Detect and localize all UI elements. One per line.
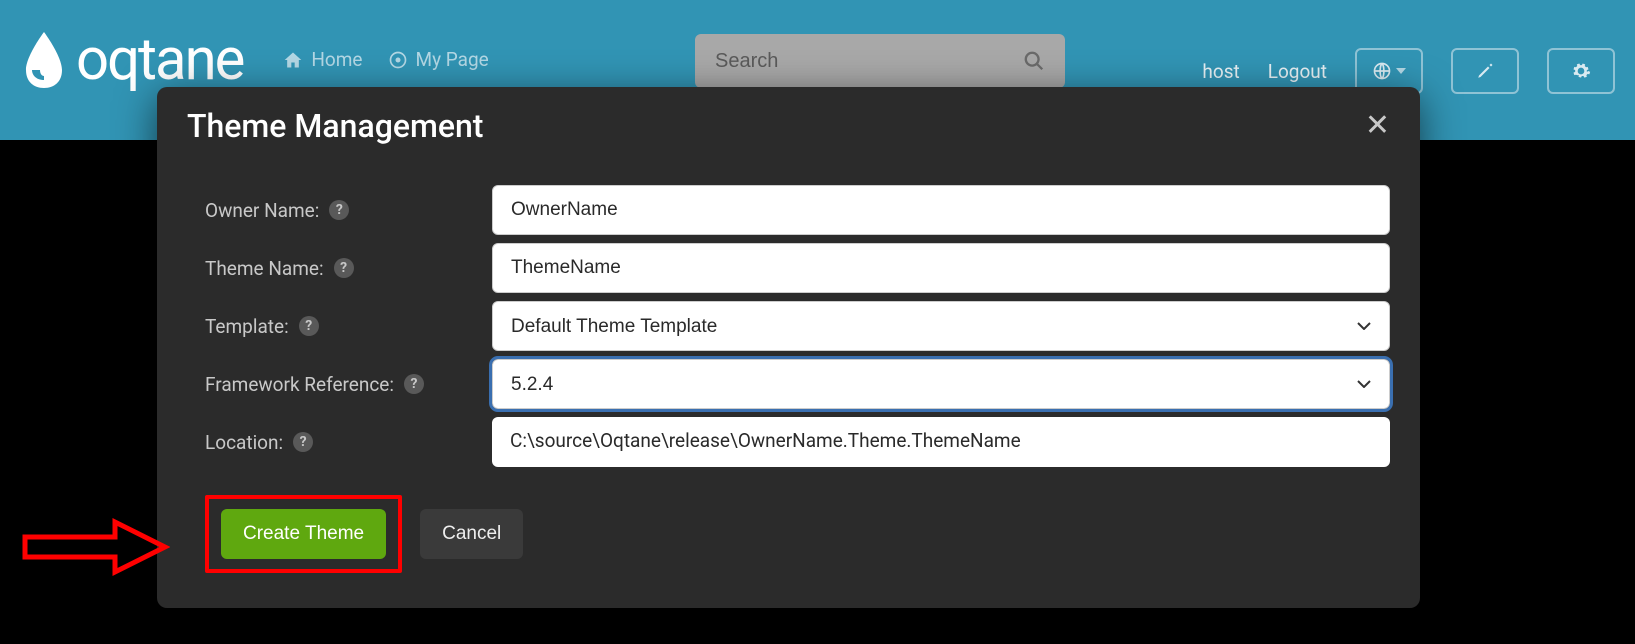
home-icon <box>283 50 303 70</box>
label-template-text: Template: <box>205 315 289 338</box>
logout-link[interactable]: Logout <box>1268 60 1327 83</box>
search-container <box>695 34 1065 88</box>
label-theme-name: Theme Name: ? <box>187 257 492 280</box>
edit-button[interactable] <box>1451 48 1519 94</box>
drop-icon <box>20 30 68 90</box>
nav-mypage-label: My Page <box>416 48 489 71</box>
row-owner-name: Owner Name: ? <box>187 185 1390 235</box>
label-framework-text: Framework Reference: <box>205 373 394 396</box>
search-input[interactable] <box>715 50 1023 73</box>
primary-nav: Home My Page <box>283 48 488 71</box>
theme-management-modal: Theme Management ✕ Owner Name: ? Theme N… <box>157 87 1420 608</box>
theme-name-input[interactable] <box>492 243 1390 293</box>
nav-mypage[interactable]: My Page <box>388 48 489 71</box>
row-framework: Framework Reference: ? 5.2.4 <box>187 359 1390 409</box>
template-select[interactable]: Default Theme Template <box>492 301 1390 351</box>
label-owner-name: Owner Name: ? <box>187 199 492 222</box>
globe-icon <box>1372 61 1392 81</box>
pencil-icon <box>1476 62 1494 80</box>
help-icon[interactable]: ? <box>299 316 319 336</box>
help-icon[interactable]: ? <box>329 200 349 220</box>
label-framework: Framework Reference: ? <box>187 373 492 396</box>
brand-logo[interactable]: oqtane <box>20 30 243 90</box>
user-link[interactable]: host <box>1202 60 1239 83</box>
row-template: Template: ? Default Theme Template <box>187 301 1390 351</box>
modal-header: Theme Management ✕ <box>187 107 1390 145</box>
label-owner-name-text: Owner Name: <box>205 199 319 222</box>
cancel-button[interactable]: Cancel <box>420 509 523 559</box>
row-location: Location: ? C:\source\Oqtane\release\Own… <box>187 417 1390 467</box>
annotation-highlight: Create Theme <box>205 495 402 573</box>
nav-home[interactable]: Home <box>283 48 362 71</box>
help-icon[interactable]: ? <box>404 374 424 394</box>
annotation-arrow <box>20 512 170 582</box>
label-location-text: Location: <box>205 431 283 454</box>
label-location: Location: ? <box>187 431 492 454</box>
label-template: Template: ? <box>187 315 492 338</box>
modal-actions: Create Theme Cancel <box>205 495 1390 573</box>
nav-home-label: Home <box>311 48 362 71</box>
settings-button[interactable] <box>1547 48 1615 94</box>
search-icon[interactable] <box>1023 50 1045 72</box>
target-icon <box>388 50 408 70</box>
owner-name-input[interactable] <box>492 185 1390 235</box>
row-theme-name: Theme Name: ? <box>187 243 1390 293</box>
framework-select[interactable]: 5.2.4 <box>492 359 1390 409</box>
create-theme-button[interactable]: Create Theme <box>221 509 386 559</box>
brand-text: oqtane <box>76 31 243 89</box>
modal-title: Theme Management <box>187 107 483 145</box>
help-icon[interactable]: ? <box>334 258 354 278</box>
close-icon[interactable]: ✕ <box>1365 111 1390 141</box>
label-theme-name-text: Theme Name: <box>205 257 324 280</box>
gear-icon <box>1571 61 1591 81</box>
help-icon[interactable]: ? <box>293 432 313 452</box>
location-display: C:\source\Oqtane\release\OwnerName.Theme… <box>492 417 1390 467</box>
chevron-down-icon <box>1396 68 1406 74</box>
